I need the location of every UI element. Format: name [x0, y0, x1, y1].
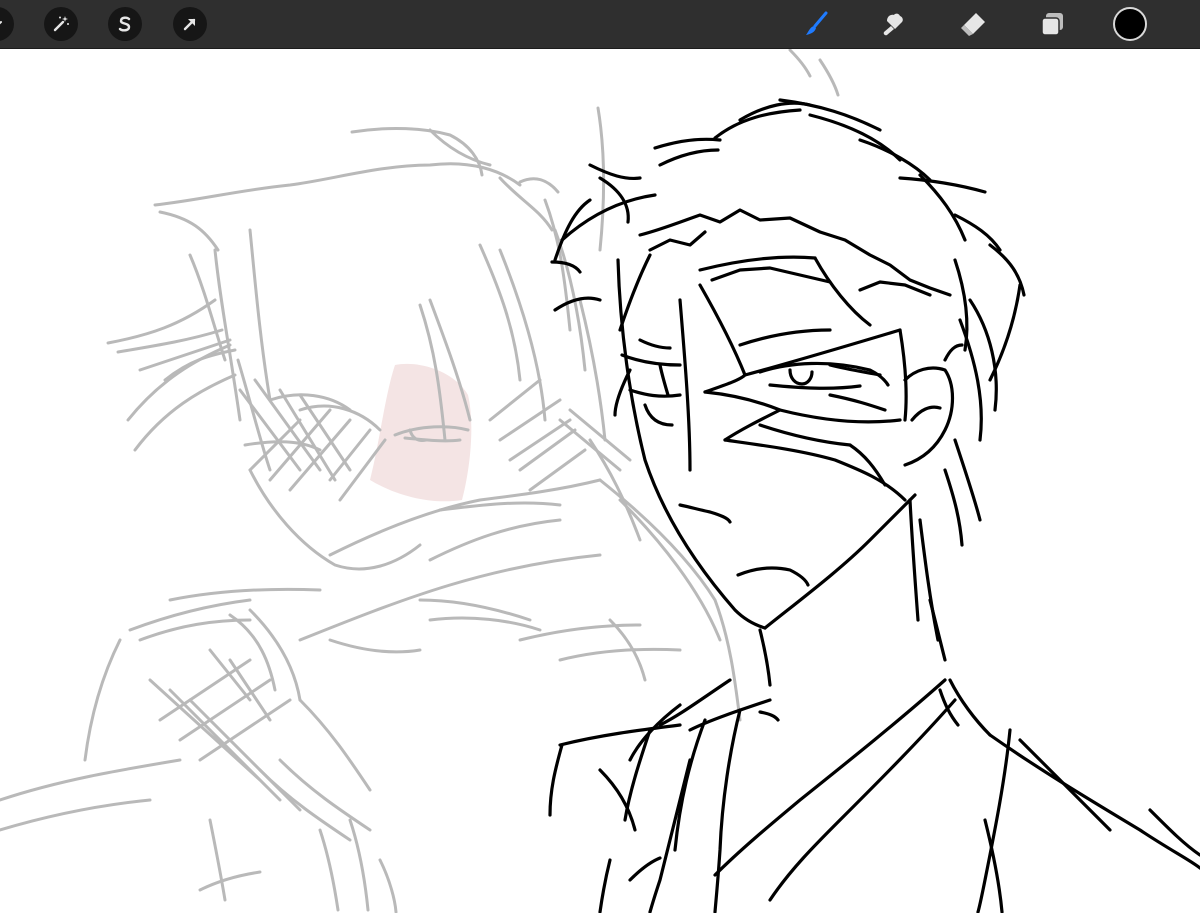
brush-icon — [806, 11, 828, 35]
top-toolbar — [0, 0, 1200, 48]
brush-button[interactable] — [798, 6, 834, 42]
sketch-layer — [0, 48, 840, 913]
actions-button[interactable] — [0, 7, 14, 41]
transform-button[interactable] — [173, 7, 207, 41]
selection-button[interactable] — [108, 7, 142, 41]
smudge-button[interactable] — [875, 6, 911, 42]
drawing-app — [0, 0, 1200, 913]
transform-arrow-icon — [183, 18, 196, 31]
layers-button[interactable] — [1034, 6, 1070, 42]
artwork — [0, 48, 1200, 913]
eraser-button[interactable] — [955, 6, 991, 42]
magic-wand-icon — [53, 16, 69, 32]
layers-icon — [1041, 13, 1063, 36]
drawing-canvas[interactable] — [0, 48, 1200, 913]
adjustments-button[interactable] — [44, 7, 78, 41]
eraser-icon — [961, 13, 985, 36]
color-picker-button[interactable] — [1113, 7, 1147, 41]
chevron-icon — [0, 21, 2, 25]
ink-layer — [548, 98, 1200, 913]
selection-icon — [118, 16, 131, 32]
smudge-icon — [883, 13, 903, 36]
